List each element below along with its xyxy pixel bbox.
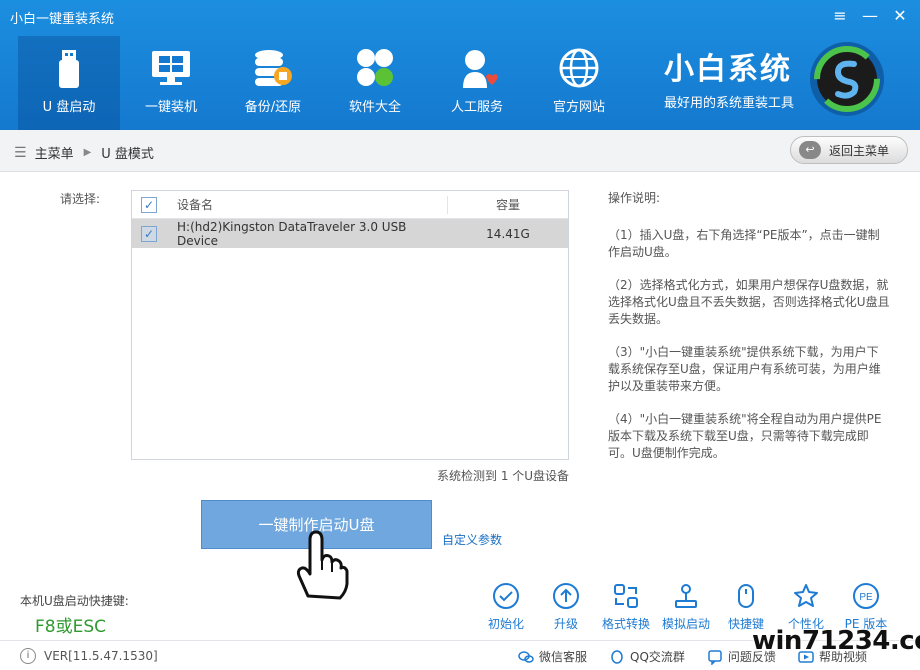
nav-label: 软件大全	[348, 100, 401, 115]
device-name: H:(hd2)Kingston DataTraveler 3.0 USB Dev…	[177, 219, 407, 248]
brand: 小白系统 最好用的系统重装工具	[664, 44, 794, 111]
nav-backup-restore[interactable]: 备份/还原	[222, 36, 324, 130]
brand-name: 小白系统	[664, 52, 792, 87]
star-brush-icon	[794, 584, 818, 607]
nav-label: 一键装机	[144, 100, 197, 115]
hand-cursor-icon	[296, 530, 349, 600]
minimize-icon[interactable]: —	[858, 6, 882, 26]
instructions-panel: 操作说明: （1）插入U盘，右下角选择“PE版本”，点击一键制作启动U盘。 （2…	[608, 190, 890, 478]
monitor-windows-icon	[152, 51, 190, 85]
upload-circle-icon	[553, 583, 579, 609]
tool-upgrade[interactable]: 升级	[536, 582, 596, 632]
nav-label: 备份/还原	[244, 100, 302, 115]
qq-icon	[611, 649, 623, 664]
support-person-icon	[463, 50, 498, 88]
tool-simulate-boot[interactable]: 模拟启动	[656, 582, 716, 632]
column-header-size: 容量	[495, 198, 520, 212]
instructions-title: 操作说明:	[608, 191, 661, 205]
info-icon: i	[20, 648, 36, 664]
instruction-step: （3）"小白一键重装系统"提供系统下载，为用户下载系统保存至U盘，保证用户有系统…	[608, 345, 881, 393]
menu-icon[interactable]: ≡	[828, 6, 852, 26]
tool-format-convert[interactable]: 格式转换	[596, 582, 656, 632]
tool-personalize[interactable]: 个性化	[776, 582, 836, 632]
svg-text:PE: PE	[859, 592, 873, 603]
close-icon[interactable]: ✕	[888, 6, 912, 26]
tool-bar: 初始化 升级 格式转换 模拟启动 快捷键 个性化 PE PE 版本	[476, 582, 896, 632]
joystick-icon	[675, 584, 697, 608]
wechat-icon	[518, 650, 534, 663]
tool-label: 升级	[553, 617, 578, 631]
nav-label: U 盘启动	[42, 100, 96, 115]
caret-right-icon: ▶	[83, 147, 92, 158]
hotkey-label: 本机U盘启动快捷键:	[20, 594, 129, 608]
nav-label: 官方网站	[552, 100, 605, 115]
select-label: 请选择:	[60, 192, 101, 206]
feedback-icon	[708, 649, 722, 665]
pe-badge-icon: PE	[853, 583, 879, 609]
nav-one-click-install[interactable]: 一键装机	[120, 36, 222, 130]
instruction-step: （4）"小白一键重装系统"将全程自动为用户提供PE版本下载及系统下载至U盘，只需…	[608, 412, 882, 460]
nav-support[interactable]: 人工服务	[426, 36, 528, 130]
database-backup-icon	[255, 50, 292, 86]
device-table: ✓ 设备名 容量 ✓ H:(hd2)Kingston DataTraveler …	[131, 190, 569, 460]
brand-slogan: 最好用的系统重装工具	[664, 96, 795, 111]
tool-label: 格式转换	[601, 617, 650, 631]
custom-params-link[interactable]: 自定义参数	[442, 531, 502, 548]
header-bar: 小白一键重装系统 ≡ — ✕ U 盘启动 一键装机 备份/还原 软件大全 人工服…	[0, 0, 920, 130]
device-size: 14.41G	[486, 226, 530, 241]
hotkey-value: F8或ESC	[35, 617, 106, 637]
app-window: 小白一键重装系统 ≡ — ✕ U 盘启动 一键装机 备份/还原 软件大全 人工服…	[0, 0, 920, 670]
check-circle-icon	[493, 583, 519, 609]
usb-drive-icon	[59, 50, 79, 88]
list-icon: ☰	[14, 144, 27, 161]
table-row[interactable]: ✓ H:(hd2)Kingston DataTraveler 3.0 USB D…	[132, 219, 568, 248]
back-to-main-button[interactable]: ↩ 返回主菜单	[790, 136, 908, 164]
breadcrumb: ☰ 主菜单 ▶ U 盘模式 ↩ 返回主菜单	[0, 130, 920, 172]
watermark: win71234.com	[752, 626, 920, 656]
breadcrumb-current: U 盘模式	[101, 147, 154, 162]
tool-label: 初始化	[487, 617, 524, 631]
apps-grid-icon	[357, 49, 393, 86]
row-checkbox[interactable]: ✓	[141, 225, 157, 242]
globe-icon	[559, 48, 599, 88]
qq-group-link[interactable]: QQ交流群	[609, 648, 685, 665]
main-nav: U 盘启动 一键装机 备份/还原 软件大全 人工服务 官方网站	[18, 36, 630, 130]
nav-label: 人工服务	[450, 100, 503, 115]
format-convert-icon	[614, 584, 638, 608]
nav-website[interactable]: 官方网站	[528, 36, 630, 130]
detected-status: 系统检测到 1 个U盘设备	[437, 469, 570, 483]
wechat-support-link[interactable]: 微信客服	[518, 648, 587, 665]
nav-usb-boot[interactable]: U 盘启动	[18, 36, 120, 130]
breadcrumb-root[interactable]: 主菜单	[35, 143, 74, 162]
nav-software[interactable]: 软件大全	[324, 36, 426, 130]
tool-label: 模拟启动	[661, 617, 710, 631]
instruction-step: （1）插入U盘，右下角选择“PE版本”，点击一键制作启动U盘。	[608, 228, 880, 259]
mouse-icon	[738, 584, 754, 608]
column-header-name: 设备名	[177, 198, 214, 212]
window-title: 小白一键重装系统	[10, 12, 115, 27]
back-arrow-icon: ↩	[799, 141, 821, 159]
table-header: ✓ 设备名 容量	[132, 191, 568, 219]
instruction-step: （2）选择格式化方式，如果用户想保存U盘数据，就选择格式化U盘且不丢失数据，否则…	[608, 278, 890, 326]
back-button-label: 返回主菜单	[829, 143, 890, 158]
select-all-checkbox[interactable]: ✓	[141, 196, 157, 213]
brand-logo-icon	[810, 42, 884, 116]
version-text: VER[11.5.47.1530]	[44, 649, 158, 663]
tool-pe-version[interactable]: PE PE 版本	[836, 582, 896, 632]
tool-hotkeys[interactable]: 快捷键	[716, 582, 776, 632]
tool-initialize[interactable]: 初始化	[476, 582, 536, 632]
